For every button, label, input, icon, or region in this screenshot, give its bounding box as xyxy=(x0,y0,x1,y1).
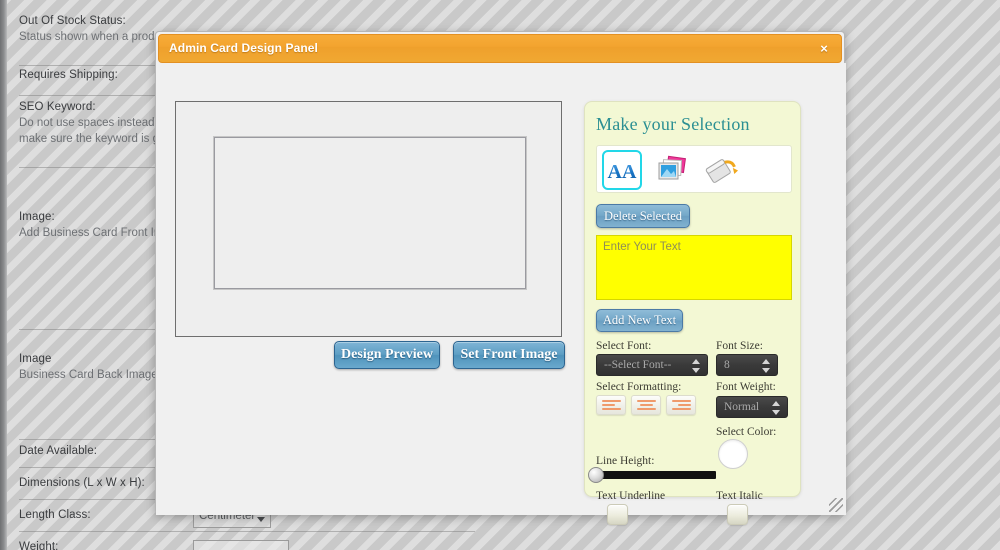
page-left-edge xyxy=(0,0,7,550)
admin-card-design-dialog: Admin Card Design Panel × Design Preview… xyxy=(155,31,846,525)
dialog-resize-handle[interactable] xyxy=(829,498,843,512)
stepper-arrows-icon xyxy=(772,400,781,416)
dialog-body: Design Preview Set Front Image Make your… xyxy=(156,63,846,525)
text-italic-label: Text Italic xyxy=(716,490,763,502)
dialog-titlebar[interactable]: Admin Card Design Panel × xyxy=(158,34,842,63)
font-weight-label: Font Weight: xyxy=(716,381,776,393)
text-underline-toggle[interactable] xyxy=(607,504,628,525)
image-tool-icon[interactable] xyxy=(651,150,691,190)
select-formatting-label: Select Formatting: xyxy=(596,381,682,393)
text-input-area[interactable] xyxy=(596,235,792,300)
photos-glyph-icon xyxy=(658,155,686,180)
slider-handle[interactable] xyxy=(588,467,604,483)
font-size-label: Font Size: xyxy=(716,340,763,352)
card-design-canvas[interactable] xyxy=(175,101,562,337)
text-italic-toggle[interactable] xyxy=(727,504,748,525)
form-label: Out Of Stock Status: xyxy=(19,15,126,27)
selection-panel: Make your Selection AA Delete Selected E… xyxy=(584,101,801,525)
align-center-icon[interactable] xyxy=(631,395,661,415)
dialog-title: Admin Card Design Panel xyxy=(169,41,318,55)
background-tool-icon[interactable] xyxy=(700,150,740,190)
add-new-text-button[interactable]: Add New Text xyxy=(596,309,683,332)
close-icon[interactable]: × xyxy=(814,39,834,59)
font-size-value: 8 xyxy=(724,359,730,371)
text-underline-label: Text Underline xyxy=(596,490,666,502)
align-right-icon[interactable] xyxy=(666,395,696,415)
text-tool-icon[interactable]: AA xyxy=(602,150,642,190)
font-size-dropdown[interactable]: 8 xyxy=(716,354,778,376)
select-font-dropdown[interactable]: --Select Font-- xyxy=(596,354,708,376)
stepper-arrows-icon xyxy=(762,358,771,374)
weight-field[interactable] xyxy=(193,540,289,550)
card-bleed-area[interactable] xyxy=(213,136,527,290)
select-font-label: Select Font: xyxy=(596,340,652,352)
font-weight-value: Normal xyxy=(724,401,760,413)
aa-glyph-icon: AA xyxy=(608,161,637,183)
tool-icon-strip: AA xyxy=(596,145,792,193)
svg-text:AA: AA xyxy=(608,161,637,183)
slider-track xyxy=(595,471,716,479)
paint-bucket-glyph-icon xyxy=(705,159,739,183)
color-swatch-picker[interactable] xyxy=(718,439,748,469)
design-preview-button[interactable]: Design Preview xyxy=(334,341,440,369)
align-left-icon[interactable] xyxy=(596,395,626,415)
line-height-slider[interactable] xyxy=(588,466,716,484)
panel-heading: Make your Selection xyxy=(596,114,750,134)
select-font-value: --Select Font-- xyxy=(604,359,672,371)
font-weight-dropdown[interactable]: Normal xyxy=(716,396,788,418)
delete-selected-button[interactable]: Delete Selected xyxy=(596,204,690,228)
select-color-label: Select Color: xyxy=(716,426,777,438)
set-front-image-button[interactable]: Set Front Image xyxy=(453,341,565,369)
stepper-arrows-icon xyxy=(692,358,701,374)
